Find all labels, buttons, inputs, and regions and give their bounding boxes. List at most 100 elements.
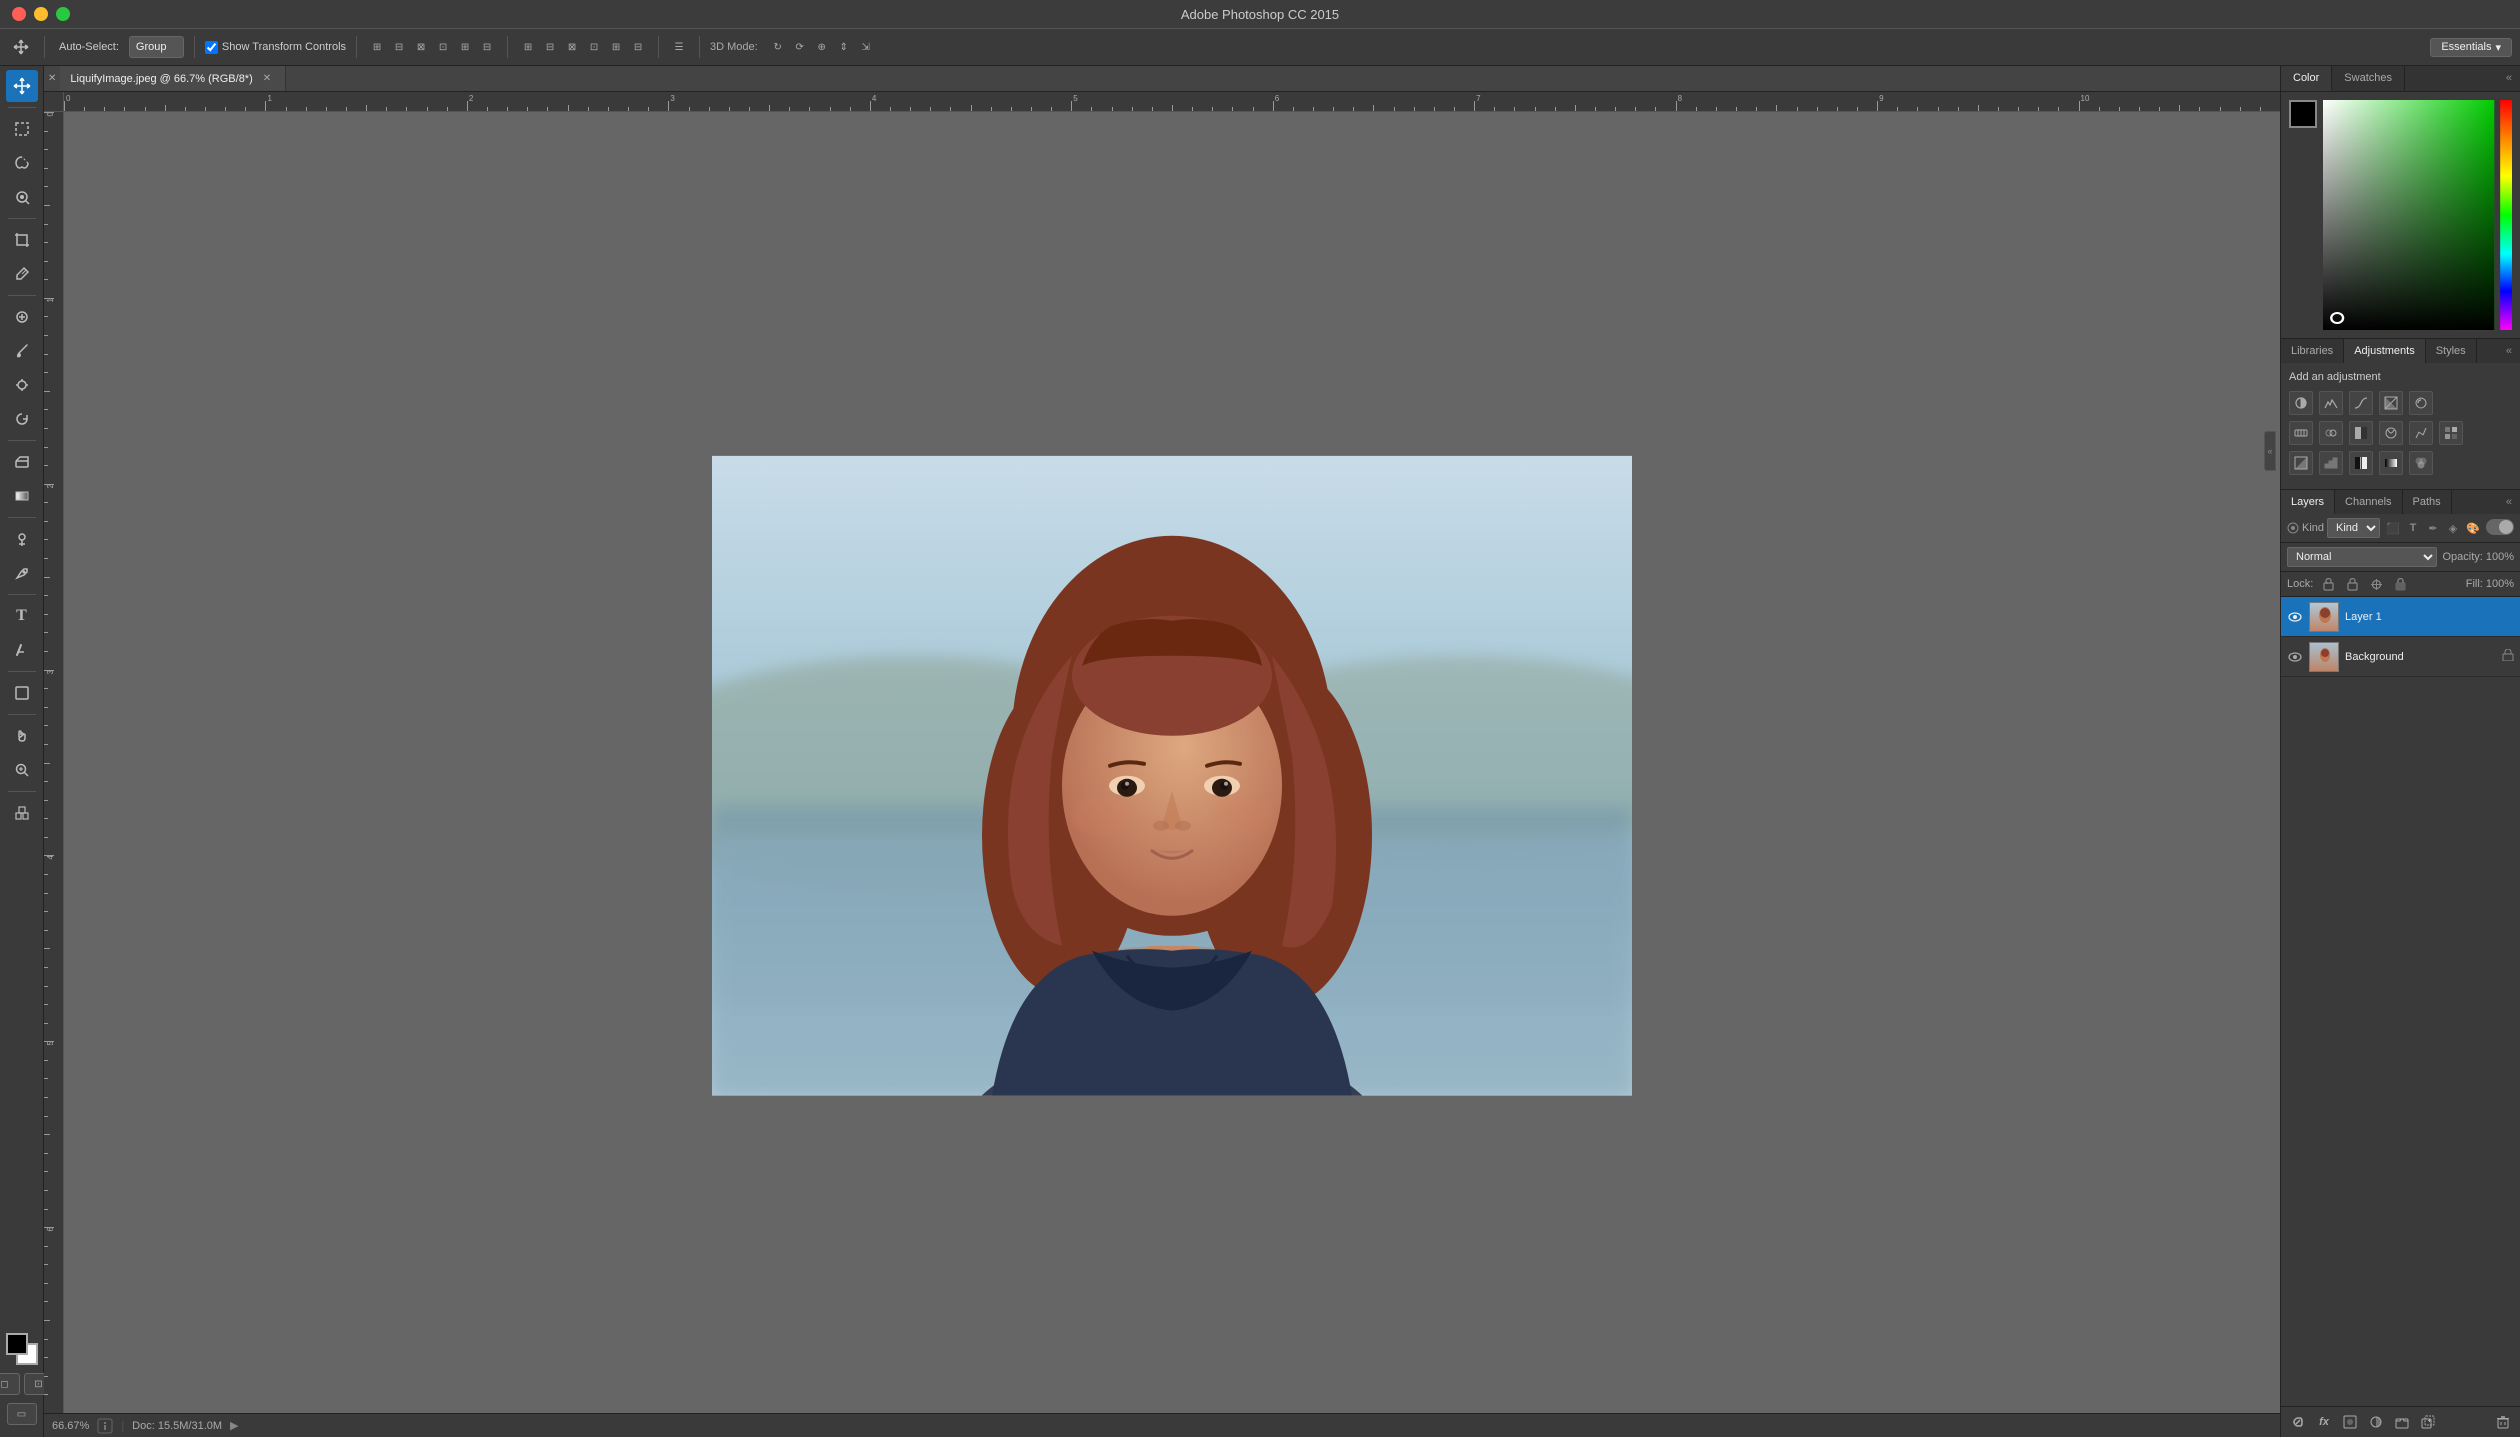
channel-mixer-adj[interactable]	[2409, 421, 2433, 445]
layer-link-btn[interactable]	[2287, 1411, 2309, 1433]
filter-pixel-icon[interactable]: ⬛	[2384, 519, 2402, 537]
shape-tool[interactable]	[6, 677, 38, 709]
show-transform-checkbox[interactable]: Show Transform Controls	[205, 41, 346, 54]
layer-1-visibility[interactable]	[2287, 609, 2303, 625]
3d-pan-icon[interactable]: ⊕	[812, 37, 832, 57]
vibrance-adj[interactable]	[2409, 391, 2433, 415]
lock-transparent-btn[interactable]	[2319, 575, 2337, 593]
document-tab[interactable]: LiquifyImage.jpeg @ 66.7% (RGB/8*) ✕	[60, 66, 286, 91]
gradient-tool[interactable]	[6, 480, 38, 512]
color-lookup-adj[interactable]	[2439, 421, 2463, 445]
foreground-color-picker[interactable]	[2289, 100, 2317, 128]
black-white-adj[interactable]	[2349, 421, 2373, 445]
crop-tool[interactable]	[6, 224, 38, 256]
hand-tool[interactable]	[6, 720, 38, 752]
dist-center-v-icon[interactable]: ⊞	[606, 37, 626, 57]
filter-color-icon[interactable]: 🎨	[2464, 519, 2482, 537]
foreground-color-swatch[interactable]	[6, 1333, 28, 1355]
workspace-selector[interactable]: Essentials ▾	[2430, 38, 2512, 57]
styles-tab[interactable]: Styles	[2426, 339, 2477, 363]
panel-collapse-button[interactable]: «	[2264, 431, 2276, 471]
tab-left-close[interactable]: ✕	[44, 73, 60, 84]
3d-material-tool[interactable]	[6, 797, 38, 829]
layer-mask-btn[interactable]	[2339, 1411, 2361, 1433]
doc-tab-close-icon[interactable]: ✕	[259, 73, 275, 84]
window-controls[interactable]	[12, 7, 70, 21]
opacity-value[interactable]: 100%	[2486, 551, 2514, 563]
new-layer-btn[interactable]	[2417, 1411, 2439, 1433]
align-center-h-icon[interactable]: ⊟	[389, 37, 409, 57]
heal-tool[interactable]	[6, 301, 38, 333]
layer-group-btn[interactable]	[2391, 1411, 2413, 1433]
color-gradient-picker[interactable]	[2323, 100, 2512, 330]
filter-path-icon[interactable]: ✒	[2424, 519, 2442, 537]
quick-select-tool[interactable]	[6, 181, 38, 213]
pen-tool[interactable]	[6, 557, 38, 589]
clone-tool[interactable]	[6, 369, 38, 401]
path-select-tool[interactable]	[6, 634, 38, 666]
color-tab[interactable]: Color	[2281, 66, 2332, 91]
3d-roll-icon[interactable]: ⟳	[790, 37, 810, 57]
blend-mode-dropdown[interactable]: Normal	[2287, 547, 2437, 567]
layers-expand-icon[interactable]: «	[2498, 490, 2520, 514]
libraries-tab[interactable]: Libraries	[2281, 339, 2344, 363]
history-brush-tool[interactable]	[6, 403, 38, 435]
status-info-icon[interactable]	[97, 1418, 113, 1434]
filter-smart-icon[interactable]: ◈	[2444, 519, 2462, 537]
close-button[interactable]	[12, 7, 26, 21]
marquee-tool[interactable]	[6, 113, 38, 145]
dist-right-icon[interactable]: ⊠	[562, 37, 582, 57]
paths-tab[interactable]: Paths	[2403, 490, 2452, 514]
threshold-adj[interactable]	[2349, 451, 2373, 475]
channels-tab[interactable]: Channels	[2335, 490, 2402, 514]
eyedropper-tool[interactable]	[6, 258, 38, 290]
align-right-icon[interactable]: ⊠	[411, 37, 431, 57]
type-tool[interactable]: T	[6, 600, 38, 632]
adjustments-expand-icon[interactable]: «	[2498, 339, 2520, 363]
3d-slide-icon[interactable]: ⇕	[834, 37, 854, 57]
lock-all-btn[interactable]	[2391, 575, 2409, 593]
swatches-tab[interactable]: Swatches	[2332, 66, 2405, 91]
minimize-button[interactable]	[34, 7, 48, 21]
layer-item-background[interactable]: Background	[2281, 637, 2520, 677]
foreground-background-colors[interactable]	[6, 1333, 38, 1365]
posterize-adj[interactable]	[2319, 451, 2343, 475]
fill-value[interactable]: 100%	[2486, 578, 2514, 590]
3d-scale-icon[interactable]: ⇲	[856, 37, 876, 57]
photo-filter-adj[interactable]	[2379, 421, 2403, 445]
layer-adjustment-btn[interactable]	[2365, 1411, 2387, 1433]
levels-adj[interactable]	[2319, 391, 2343, 415]
invert-adj[interactable]	[2289, 451, 2313, 475]
delete-layer-btn[interactable]	[2492, 1411, 2514, 1433]
layer-item-1[interactable]: Layer 1	[2281, 597, 2520, 637]
auto-select-dropdown[interactable]: Group	[129, 36, 184, 58]
background-visibility[interactable]	[2287, 649, 2303, 665]
status-arrow-btn[interactable]: ▶	[230, 1419, 238, 1432]
show-transform-input[interactable]	[205, 41, 218, 54]
zoom-tool[interactable]	[6, 754, 38, 786]
dodge-tool[interactable]	[6, 523, 38, 555]
dist-bottom-icon[interactable]: ⊟	[628, 37, 648, 57]
brush-tool[interactable]	[6, 335, 38, 367]
exposure-adj[interactable]	[2379, 391, 2403, 415]
align-top-icon[interactable]: ⊡	[433, 37, 453, 57]
canvas-viewport[interactable]	[64, 112, 2280, 1413]
gradient-map-adj[interactable]	[2379, 451, 2403, 475]
lasso-tool[interactable]	[6, 147, 38, 179]
3d-rotate-icon[interactable]: ↻	[768, 37, 788, 57]
align-bottom-icon[interactable]: ⊟	[477, 37, 497, 57]
filter-toggle[interactable]	[2486, 519, 2514, 538]
layer-kind-dropdown[interactable]: Kind	[2327, 518, 2380, 538]
color-panel-expand[interactable]: «	[2498, 66, 2520, 91]
adjustments-tab[interactable]: Adjustments	[2344, 339, 2426, 363]
extra-options-icon[interactable]: ☰	[669, 37, 689, 57]
hue-saturation-adj[interactable]	[2289, 421, 2313, 445]
filter-text-icon[interactable]: T	[2404, 519, 2422, 537]
align-center-v-icon[interactable]: ⊞	[455, 37, 475, 57]
eraser-tool[interactable]	[6, 446, 38, 478]
selective-color-adj[interactable]	[2409, 451, 2433, 475]
maximize-button[interactable]	[56, 7, 70, 21]
brightness-contrast-adj[interactable]	[2289, 391, 2313, 415]
layers-tab[interactable]: Layers	[2281, 490, 2335, 514]
dist-left-icon[interactable]: ⊞	[518, 37, 538, 57]
